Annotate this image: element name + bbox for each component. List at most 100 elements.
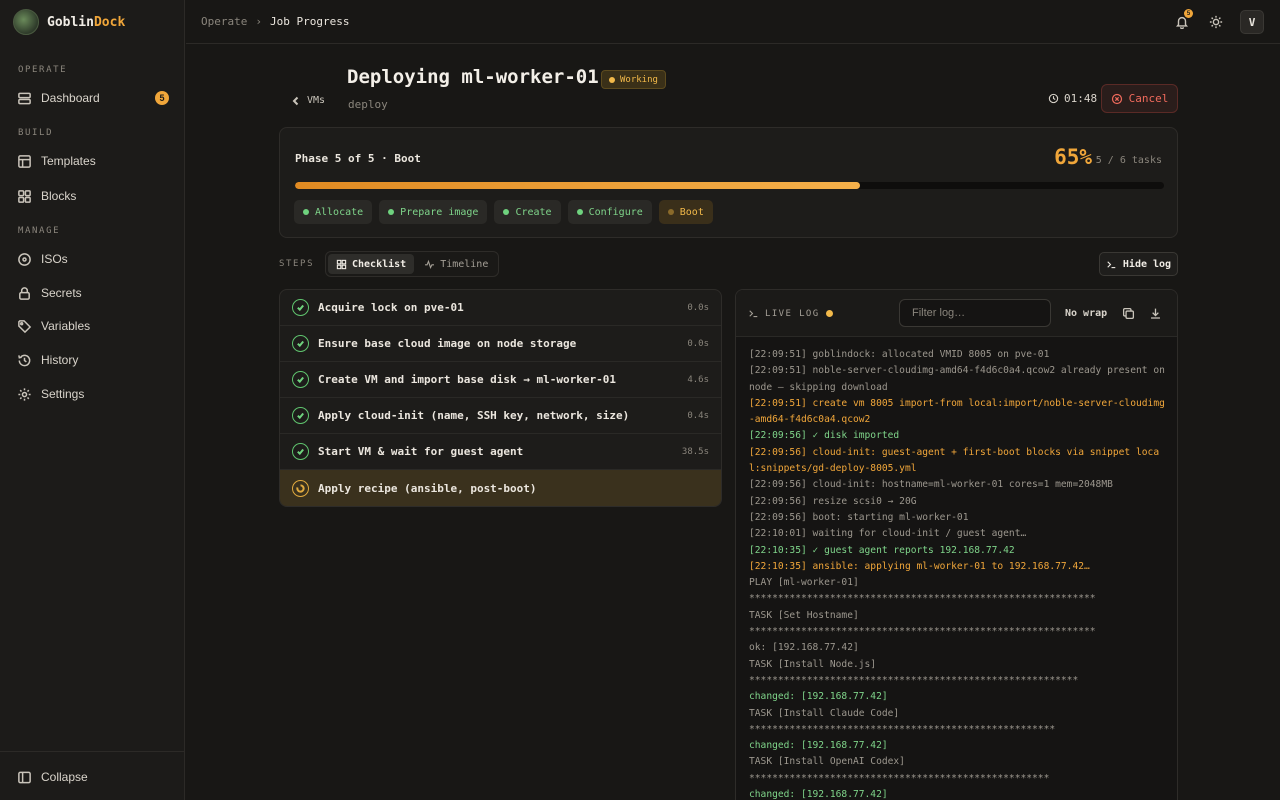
terminal-icon <box>749 310 758 318</box>
lock-icon <box>19 286 30 300</box>
sidebar-item-secrets[interactable]: Secrets <box>17 281 169 305</box>
status-text: Working <box>620 74 658 85</box>
sidebar-item-label: History <box>41 353 79 367</box>
step-row[interactable]: Ensure base cloud image on node storage … <box>280 326 721 362</box>
step-duration: 0.0s <box>687 338 709 349</box>
elapsed-time: 01:48 <box>1064 92 1098 105</box>
step-label: Start VM & wait for guest agent <box>318 445 524 458</box>
step-row[interactable]: Create VM and import base disk → ml-work… <box>280 362 721 398</box>
breadcrumb: Operate › Job Progress <box>201 15 349 28</box>
step-duration: 0.4s <box>687 410 709 421</box>
sidebar-item-isos[interactable]: ISOs <box>17 247 169 271</box>
progress-bar-fill <box>295 182 860 189</box>
copy-icon <box>1122 307 1134 319</box>
sidebar-item-blocks[interactable]: Blocks <box>17 184 169 208</box>
layout-icon <box>18 154 31 168</box>
phase-status-dot <box>388 209 395 215</box>
phase-card: Phase 5 of 5 · Boot 65% 5 / 6 tasks Allo… <box>279 127 1178 238</box>
step-duration: 38.5s <box>681 446 709 457</box>
phase-label: Phase 5 of 5 · Boot <box>295 152 421 165</box>
phase-status-dot <box>667 209 674 215</box>
cancel-button[interactable]: Cancel <box>1101 84 1178 113</box>
tab-checklist[interactable]: Checklist <box>328 254 415 274</box>
step-label: Acquire lock on pve-01 <box>318 301 464 314</box>
notification-badge: 5 <box>1184 9 1193 18</box>
step-row[interactable]: Acquire lock on pve-01 0.0s <box>280 290 721 326</box>
log-line: ****************************************… <box>749 593 1096 605</box>
step-label: Create VM and import base disk → ml-work… <box>318 373 617 386</box>
avatar[interactable]: V <box>1240 10 1264 34</box>
phase-chips: Allocate Prepare image Create Configure … <box>294 200 713 224</box>
step-duration: 4.6s <box>687 374 709 385</box>
tab-label: Checklist <box>352 258 407 270</box>
tab-timeline[interactable]: Timeline <box>416 254 496 274</box>
step-row-running[interactable]: Apply recipe (ansible, post-boot) <box>280 470 721 506</box>
download-log-button[interactable] <box>1147 305 1163 321</box>
log-line: [22:09:56] cloud-init: guest-agent + fir… <box>749 446 1160 475</box>
notifications-button[interactable]: 5 <box>1172 9 1193 32</box>
phase-chip: Configure <box>567 200 652 224</box>
log-line: [22:09:51] noble-server-cloudimg-amd64-f… <box>749 365 1171 393</box>
breadcrumb-parent[interactable]: Operate <box>201 15 247 28</box>
chevron-left-icon <box>292 96 299 105</box>
log-line: TASK [Install Node.js] <box>749 658 877 670</box>
log-filter-input[interactable] <box>899 299 1051 327</box>
hide-log-label: Hide log <box>1122 258 1172 270</box>
elapsed-timer: 01:48 <box>1048 92 1097 105</box>
step-checklist: Acquire lock on pve-01 0.0s Ensure base … <box>279 289 722 507</box>
step-row[interactable]: Apply cloud-init (name, SSH key, network… <box>280 398 721 434</box>
phase-status-dot <box>303 209 309 215</box>
log-line: ****************************************… <box>749 626 1096 638</box>
log-title: LIVE LOG <box>748 308 833 319</box>
sidebar-item-history[interactable]: History <box>17 348 169 372</box>
live-indicator-dot <box>825 310 833 317</box>
sidebar-footer: Collapse <box>0 751 185 800</box>
grid-icon <box>18 189 31 203</box>
wrap-toggle[interactable]: No wrap <box>1065 308 1107 319</box>
log-line: changed: [192.168.77.42] <box>749 691 888 703</box>
phase-chip-label: Create <box>515 206 552 218</box>
brand-name: GoblinDock <box>47 14 126 30</box>
log-line: [22:09:56] ✓ disk imported <box>749 430 900 442</box>
log-line: [22:10:35] ansible: applying ml-worker-0… <box>749 560 1090 572</box>
log-line: ****************************************… <box>749 772 1050 784</box>
section-heading-build: BUILD <box>18 128 54 138</box>
steps-heading: STEPS <box>279 259 315 269</box>
disc-icon <box>18 252 31 266</box>
log-line: [22:09:51] goblindock: allocated VMID 80… <box>749 349 1050 360</box>
log-line: [22:09:56] resize scsi0 → 20G <box>749 495 917 507</box>
step-label: Apply cloud-init (name, SSH key, network… <box>318 409 630 422</box>
breadcrumb-current: Job Progress <box>269 15 350 28</box>
collapse-label: Collapse <box>41 770 88 784</box>
back-link[interactable]: VMs <box>291 95 325 106</box>
sidebar-item-label: Blocks <box>41 189 77 203</box>
phase-chip: Allocate <box>294 200 373 224</box>
sidebar-item-label: Variables <box>41 319 91 333</box>
sidebar-item-templates[interactable]: Templates <box>17 149 169 173</box>
terminal-icon <box>1107 260 1116 268</box>
log-line: changed: [192.168.77.42] <box>749 789 888 800</box>
theme-toggle-button[interactable] <box>1206 12 1226 32</box>
log-line: TASK [Set Hostname] <box>749 609 859 621</box>
check-circle-icon <box>292 407 309 424</box>
brand[interactable]: GoblinDock <box>13 9 125 35</box>
sidebar-item-dashboard[interactable]: Dashboard 5 <box>17 86 169 110</box>
step-row[interactable]: Start VM & wait for guest agent 38.5s <box>280 434 721 470</box>
spinner-icon <box>292 479 309 497</box>
log-line: TASK [Install Claude Code] <box>749 707 900 719</box>
gear-icon <box>18 387 31 401</box>
progress-bar <box>295 182 1164 189</box>
task-count: 5 / 6 tasks <box>1095 155 1162 166</box>
download-icon <box>1150 308 1160 319</box>
log-line: changed: [192.168.77.42] <box>749 740 888 752</box>
collapse-button[interactable]: Collapse <box>17 765 169 789</box>
sidebar-item-settings[interactable]: Settings <box>17 382 169 406</box>
phase-chip-label: Boot <box>679 206 704 218</box>
sidebar-item-variables[interactable]: Variables <box>17 314 169 338</box>
copy-log-button[interactable] <box>1120 305 1136 321</box>
cancel-circle-icon <box>1111 93 1122 104</box>
hide-log-button[interactable]: Hide log <box>1099 252 1178 276</box>
goblin-logo-icon <box>13 9 39 35</box>
activity-icon <box>425 259 435 269</box>
check-circle-icon <box>292 335 309 352</box>
